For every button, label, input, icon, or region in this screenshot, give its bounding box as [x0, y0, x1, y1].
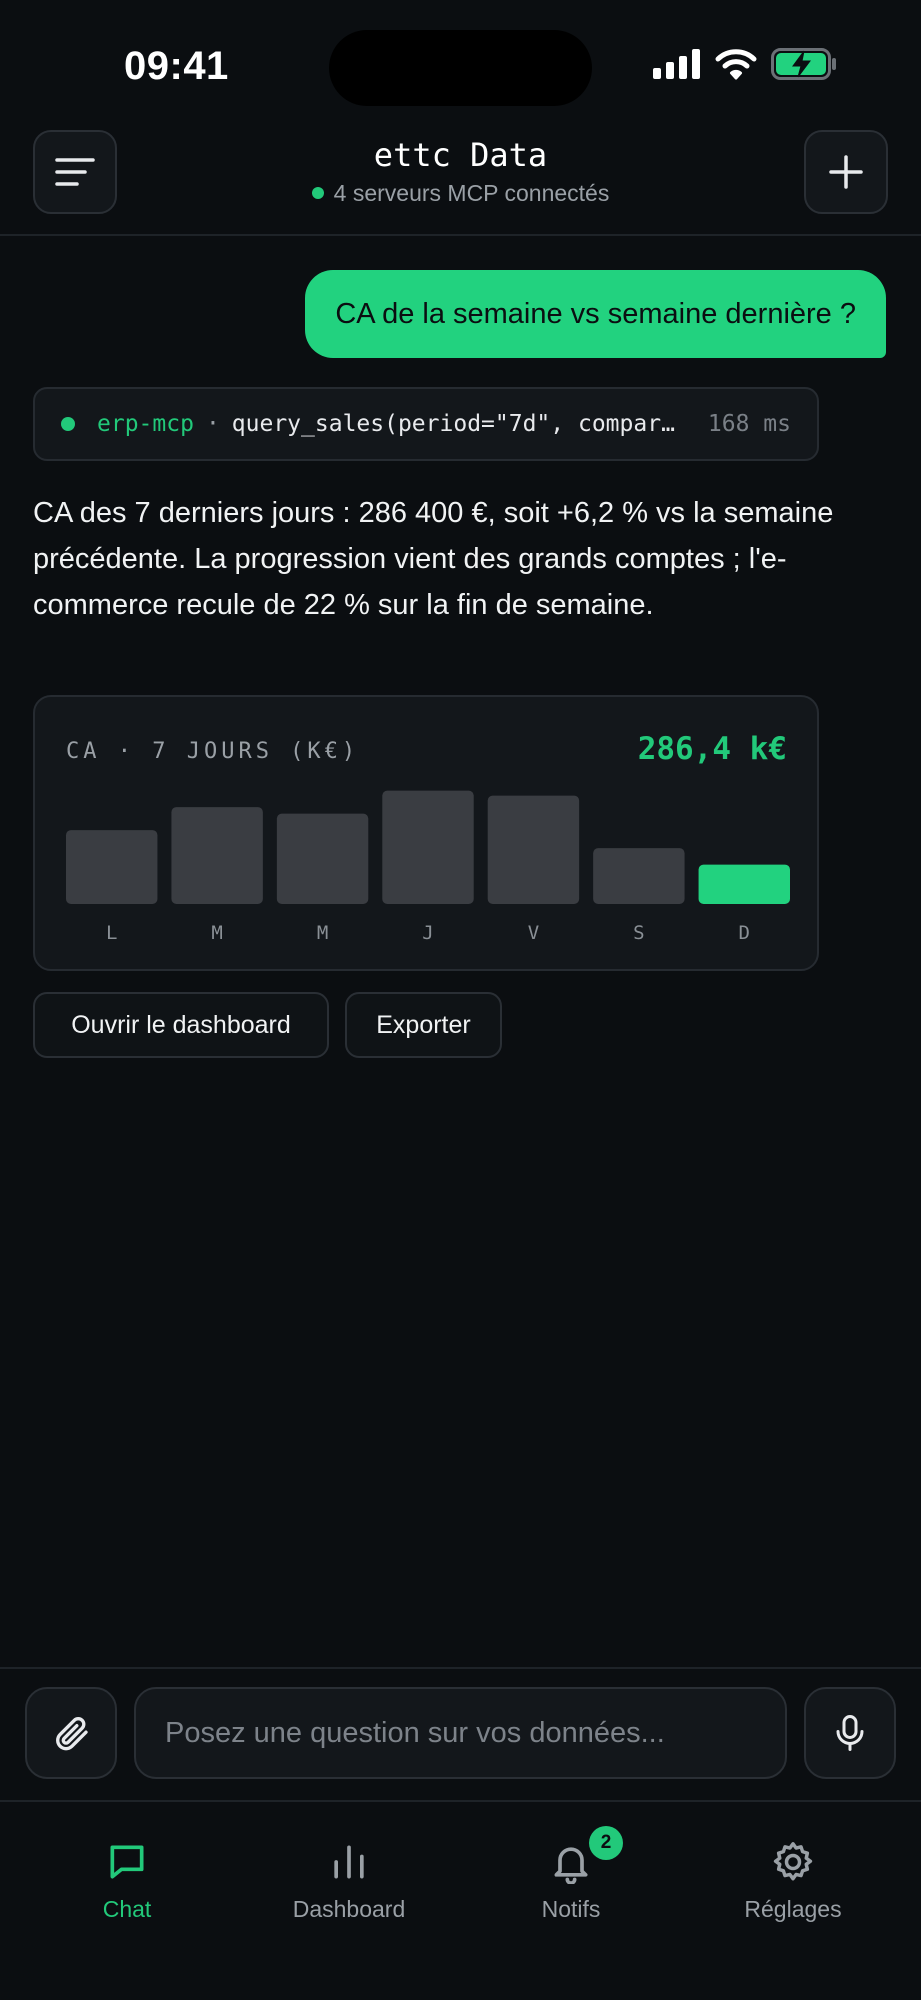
sales-chart-card: L M M J V S D CA · 7 JOURS (K€) 286,4 k€ — [33, 695, 819, 971]
status-time: 09:41 — [124, 44, 229, 88]
attach-button[interactable] — [25, 1687, 117, 1779]
wifi-icon — [715, 49, 757, 80]
export-button[interactable]: Exporter — [345, 992, 502, 1058]
tool-server-name: erp-mcp — [97, 411, 194, 437]
tab-dashboard[interactable]: Dashboard — [249, 1834, 449, 1923]
user-message-bubble: CA de la semaine vs semaine dernière ? — [305, 270, 886, 358]
chart-bar-6 — [698, 864, 790, 904]
connection-status-label: 4 serveurs MCP connectés — [333, 180, 610, 206]
tab-dashboard-icon-wrap — [249, 1834, 449, 1890]
tool-call-pill[interactable]: erp-mcp · query_sales(period="7d", compa… — [33, 387, 819, 461]
plus-icon — [829, 155, 863, 189]
chart-title: CA · 7 JOURS (K€) — [66, 739, 360, 764]
connection-status: 4 serveurs MCP connectés — [0, 180, 921, 207]
message-input[interactable] — [134, 1687, 787, 1779]
tool-separator: · — [205, 411, 220, 437]
tab-notifs-icon-wrap: 2 — [471, 1826, 671, 1890]
status-dot — [311, 187, 324, 199]
tab-settings-icon-wrap — [693, 1834, 893, 1890]
app-title: ettc Data — [373, 136, 548, 174]
tab-chat-label: Chat — [102, 1896, 152, 1922]
chat-icon — [110, 1845, 144, 1879]
tab-dashboard-label: Dashboard — [292, 1896, 406, 1922]
new-chat-button[interactable] — [804, 130, 888, 214]
microphone-button[interactable] — [804, 1687, 896, 1779]
tool-duration: 168 ms — [707, 411, 791, 437]
chart-bar-1 — [171, 807, 263, 904]
dynamic-island — [329, 30, 592, 106]
tab-notifs[interactable]: 2 Notifs — [471, 1826, 671, 1923]
chart-tick-label-5: S — [633, 922, 644, 944]
chart-tick-label-3: J — [422, 922, 433, 944]
open-dashboard-button[interactable]: Ouvrir le dashboard — [33, 992, 329, 1058]
paperclip-icon — [56, 1717, 88, 1751]
tab-settings[interactable]: Réglages — [693, 1834, 893, 1923]
microphone-icon — [836, 1715, 864, 1751]
chart-bar-0 — [66, 830, 158, 904]
chart-tick-label-4: V — [528, 922, 539, 944]
notification-badge: 2 — [589, 1826, 623, 1860]
chart-tick-label-1: M — [211, 922, 222, 944]
app-header: ettc Data 4 serveurs MCP connectés — [0, 130, 921, 236]
bottom-tab-bar: Chat Dashboard 2 Notifs Réglages — [0, 1800, 921, 2000]
status-bar: 09:41 — [0, 0, 921, 130]
chart-bar-2 — [276, 813, 369, 904]
chart-tick-label-2: M — [317, 922, 328, 944]
chart-tick-label-0: L — [106, 922, 117, 944]
tab-chat-icon-wrap — [27, 1834, 227, 1890]
tool-status-dot — [61, 417, 75, 431]
chart-bar-4 — [487, 795, 580, 904]
status-icons — [653, 48, 837, 80]
assistant-answer: CA des 7 derniers jours : 286 400 €, soi… — [33, 497, 834, 621]
gear-icon — [773, 1842, 813, 1881]
battery-charging-icon — [771, 48, 836, 80]
tab-settings-label: Réglages — [744, 1896, 842, 1922]
chart-bar-5 — [593, 848, 685, 904]
bell-icon — [554, 1847, 588, 1884]
tab-chat[interactable]: Chat — [27, 1834, 227, 1923]
tool-query: query_sales(period="7d", compare="prev") — [231, 411, 686, 437]
chart-bar-3 — [382, 790, 474, 904]
cellular-signal-icon — [653, 49, 700, 79]
tab-notifs-label: Notifs — [541, 1896, 601, 1922]
composer — [0, 1667, 921, 1800]
chart-total: 286,4 k€ — [637, 731, 787, 767]
chart-tick-label-6: D — [739, 922, 750, 944]
bar-chart-icon — [334, 1845, 364, 1879]
